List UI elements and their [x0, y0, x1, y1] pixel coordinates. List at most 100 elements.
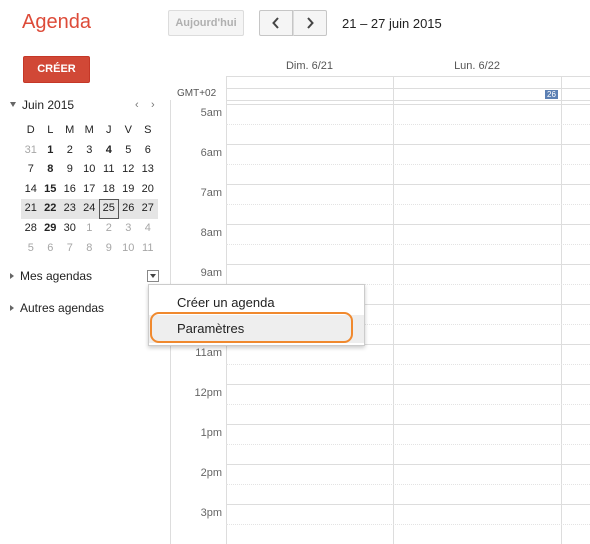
mini-calendar-day[interactable]: 28 — [21, 219, 41, 239]
grid-vertical-line — [561, 76, 562, 544]
hour-line — [226, 144, 590, 145]
weekday-header: S — [144, 124, 152, 136]
mini-calendar-day[interactable]: 6 — [138, 141, 158, 161]
hour-line — [226, 224, 590, 225]
column-header-sunday[interactable]: Dim. 6/21 — [226, 60, 393, 72]
collapse-caret-icon[interactable] — [10, 102, 16, 107]
mini-calendar-header: Juin 2015 ‹ › — [10, 98, 160, 114]
mini-calendar-day[interactable]: 7 — [60, 239, 80, 259]
half-hour-line — [226, 404, 590, 405]
mini-calendar-day[interactable]: 14 — [21, 180, 41, 200]
mini-calendar-day[interactable]: 9 — [60, 160, 80, 180]
menu-item-settings[interactable]: Paramètres — [149, 315, 364, 343]
weekday-header: L — [47, 124, 54, 136]
date-nav — [259, 10, 327, 36]
date-range: 21 – 27 juin 2015 — [342, 16, 442, 31]
mini-calendar-day[interactable]: 18 — [99, 180, 119, 200]
mini-calendar-day[interactable]: 29 — [41, 219, 61, 239]
half-hour-line — [226, 524, 590, 525]
mini-calendar-day[interactable]: 11 — [138, 239, 158, 259]
mini-calendar-day[interactable]: 1 — [80, 219, 100, 239]
mini-calendar-day[interactable]: 22 — [40, 199, 60, 219]
mini-calendar-day[interactable]: 16 — [60, 180, 80, 200]
dropdown-arrow-icon — [150, 274, 156, 278]
day-badge[interactable]: 26 — [545, 90, 558, 99]
my-calendars-label[interactable]: Mes agendas — [20, 269, 92, 283]
grid-vertical-line — [393, 76, 394, 544]
mini-calendar-month[interactable]: Juin 2015 — [22, 98, 74, 112]
mini-calendar-day[interactable]: 25 — [99, 199, 119, 219]
expand-triangle-icon — [10, 273, 14, 279]
mini-calendar-day[interactable]: 10 — [119, 239, 139, 259]
mini-calendar-day[interactable]: 4 — [99, 141, 119, 161]
mini-calendar-day[interactable]: 8 — [41, 160, 61, 180]
mini-calendar-day[interactable]: 4 — [138, 219, 158, 239]
mini-calendar-day[interactable]: 27 — [138, 199, 158, 219]
weekday-header: M — [84, 124, 94, 136]
allday-divider — [226, 100, 590, 101]
hour-label: 2pm — [200, 467, 222, 479]
calendar-options-menu: Créer un agenda Paramètres — [148, 284, 365, 346]
expand-triangle-icon — [10, 305, 14, 311]
today-button[interactable]: Aujourd'hui — [168, 10, 244, 36]
mini-prev-button[interactable]: ‹ — [135, 99, 139, 111]
mini-calendar-day[interactable]: 5 — [21, 239, 41, 259]
hour-label: 9am — [200, 267, 222, 279]
mini-calendar-day[interactable]: 6 — [41, 239, 61, 259]
my-calendars-section[interactable]: Mes agendas — [10, 269, 92, 283]
mini-calendar-day[interactable]: 13 — [138, 160, 158, 180]
menu-item-create-calendar[interactable]: Créer un agenda — [149, 289, 364, 317]
my-calendars-dropdown-button[interactable] — [147, 270, 159, 282]
half-hour-line — [226, 124, 590, 125]
hour-line — [226, 504, 590, 505]
chevron-right-icon — [307, 17, 314, 29]
other-calendars-section[interactable]: Autres agendas — [10, 301, 104, 315]
create-button[interactable]: CRÉER — [23, 56, 90, 83]
hour-line — [226, 184, 590, 185]
mini-calendar-day[interactable]: 7 — [21, 160, 41, 180]
mini-calendar-day[interactable]: 3 — [119, 219, 139, 239]
mini-calendar-day[interactable]: 26 — [118, 199, 138, 219]
hour-label: 12pm — [194, 387, 222, 399]
mini-calendar-day[interactable]: 5 — [119, 141, 139, 161]
mini-calendar-day[interactable]: 31 — [21, 141, 41, 161]
mini-calendar-day[interactable]: 20 — [138, 180, 158, 200]
mini-calendar-day[interactable]: 17 — [80, 180, 100, 200]
half-hour-line — [226, 204, 590, 205]
mini-calendar-day[interactable]: 3 — [80, 141, 100, 161]
half-hour-line — [226, 364, 590, 365]
mini-calendar-day[interactable]: 30 — [60, 219, 80, 239]
mini-calendar-day[interactable]: 9 — [99, 239, 119, 259]
hour-line — [226, 264, 590, 265]
mini-calendar-grid: D L M M J V S 31 1 2 3 4 5 6 7 8 9 10 11 12 13 14 15 16 17 18 19 20… — [21, 121, 158, 258]
weekday-header: M — [65, 124, 75, 136]
mini-calendar-day[interactable]: 10 — [80, 160, 100, 180]
hour-label: 6am — [200, 147, 222, 159]
mini-calendar-day[interactable]: 11 — [99, 160, 119, 180]
hour-label: 5am — [200, 107, 222, 119]
mini-next-button[interactable]: › — [151, 99, 155, 111]
timezone-label: GMT+02 — [177, 88, 217, 99]
mini-calendar-day[interactable]: 19 — [119, 180, 139, 200]
column-header-monday[interactable]: Lun. 6/22 — [393, 60, 561, 72]
hour-label: 11am — [195, 347, 222, 359]
hour-label: 1pm — [200, 427, 222, 439]
weekday-header: V — [124, 124, 132, 136]
mini-calendar-day[interactable]: 15 — [41, 180, 61, 200]
mini-calendar-day[interactable]: 12 — [119, 160, 139, 180]
next-week-button[interactable] — [293, 10, 327, 36]
other-calendars-label[interactable]: Autres agendas — [20, 301, 104, 315]
allday-divider — [226, 88, 590, 89]
hour-line — [226, 424, 590, 425]
mini-calendar-day[interactable]: 23 — [60, 199, 80, 219]
mini-calendar-day[interactable]: 1 — [41, 141, 61, 161]
mini-calendar-day[interactable]: 21 — [21, 199, 41, 219]
prev-week-button[interactable] — [259, 10, 293, 36]
mini-calendar-day[interactable]: 8 — [80, 239, 100, 259]
mini-calendar-day[interactable]: 24 — [79, 199, 99, 219]
mini-calendar-day[interactable]: 2 — [60, 141, 80, 161]
hour-label: 7am — [200, 187, 222, 199]
allday-divider — [226, 76, 590, 77]
mini-calendar-day[interactable]: 2 — [99, 219, 119, 239]
hour-label: 3pm — [200, 507, 222, 519]
